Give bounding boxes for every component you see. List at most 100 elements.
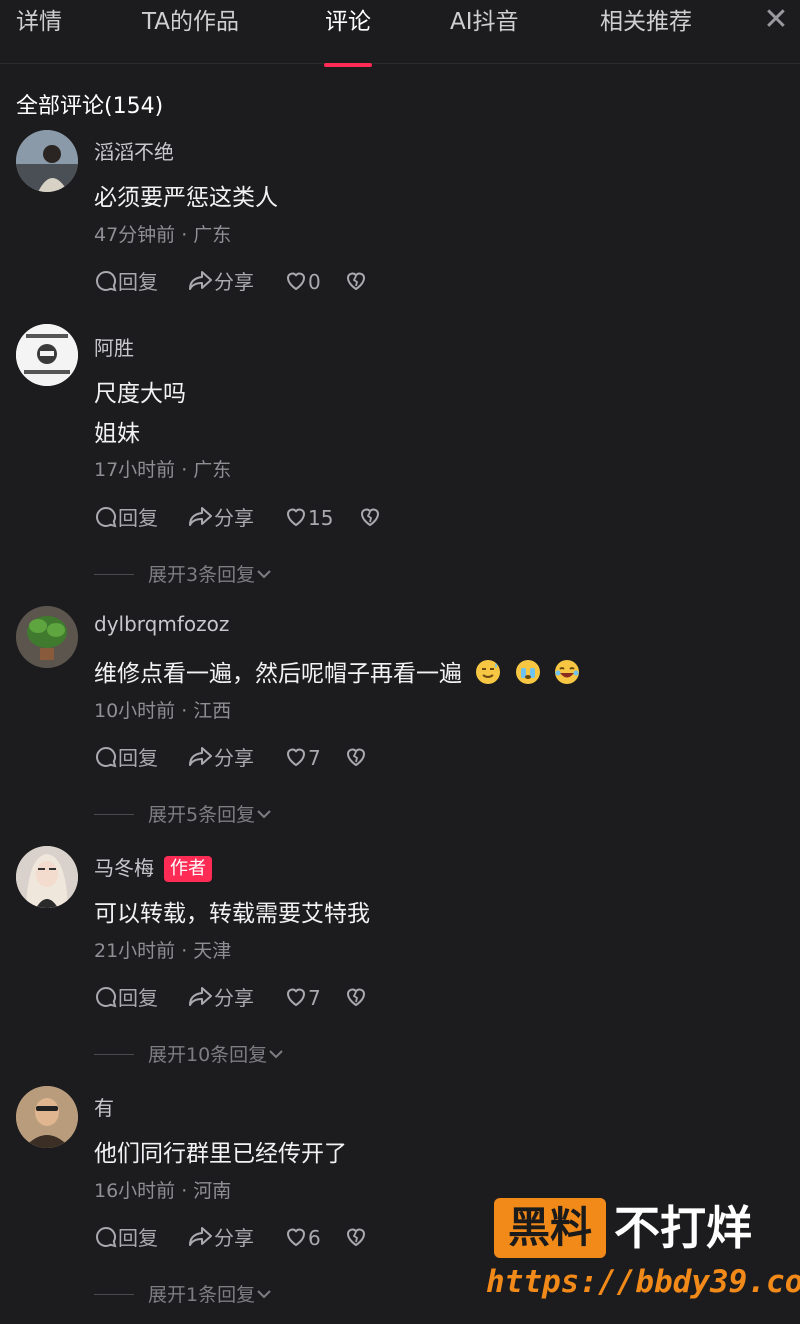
heart-icon bbox=[286, 508, 306, 527]
share-label: 分享 bbox=[214, 986, 254, 1010]
comments-count-title: 全部评论(154) bbox=[16, 94, 164, 119]
chevron-down-icon bbox=[269, 1050, 283, 1059]
share-button[interactable]: 分享 bbox=[188, 1224, 254, 1252]
reply-button[interactable]: 回复 bbox=[94, 984, 158, 1012]
avatar[interactable] bbox=[16, 324, 78, 386]
reply-icon bbox=[96, 746, 117, 768]
divider-line bbox=[94, 814, 134, 815]
share-icon bbox=[189, 747, 212, 766]
expand-replies-label: 展开3条回复 bbox=[148, 564, 256, 586]
share-button[interactable]: 分享 bbox=[188, 984, 254, 1012]
like-count: 7 bbox=[308, 746, 321, 770]
dislike-button[interactable] bbox=[344, 1224, 368, 1252]
avatar[interactable] bbox=[16, 846, 78, 908]
share-label: 分享 bbox=[214, 1226, 254, 1250]
tab-bar: 详情 TA的作品 评论 AI抖音 相关推荐 ✕ bbox=[0, 0, 800, 67]
reply-button[interactable]: 回复 bbox=[94, 1224, 158, 1252]
comment-author: 马冬梅 作者 bbox=[94, 852, 212, 882]
tab-ai-douyin[interactable]: AI抖音 bbox=[450, 6, 519, 38]
share-icon bbox=[189, 987, 212, 1006]
comment-author[interactable]: 有 bbox=[94, 1092, 114, 1121]
comment-text: 可以转载，转载需要艾特我 bbox=[94, 901, 370, 927]
comment-meta: 17小时前 · 广东 bbox=[94, 459, 232, 481]
avatar[interactable] bbox=[16, 130, 78, 192]
heart-icon bbox=[286, 988, 306, 1007]
comment-author[interactable]: dylbrqmfozoz bbox=[94, 612, 229, 636]
expand-replies-button[interactable]: 展开3条回复 bbox=[94, 560, 273, 587]
watermark: 黑料 不打烊 https://bbdy39.com bbox=[486, 1196, 800, 1306]
like-button[interactable]: 7 bbox=[284, 984, 321, 1012]
comment-actions: 回复 分享 7 bbox=[94, 984, 594, 1012]
active-tab-indicator bbox=[324, 63, 372, 67]
heart-icon bbox=[286, 272, 306, 291]
laugh-cry-emoji bbox=[554, 660, 579, 684]
comment-text: 他们同行群里已经传开了 bbox=[94, 1141, 347, 1167]
like-count: 6 bbox=[308, 1226, 321, 1250]
tab-comments[interactable]: 评论 bbox=[325, 6, 371, 38]
like-button[interactable]: 0 bbox=[284, 268, 321, 296]
chevron-down-icon bbox=[257, 810, 271, 819]
expand-replies-label: 展开1条回复 bbox=[148, 1284, 256, 1306]
avatar[interactable] bbox=[16, 1086, 78, 1148]
broken-heart-icon bbox=[346, 748, 366, 767]
avatar[interactable] bbox=[16, 606, 78, 668]
dislike-button[interactable] bbox=[344, 744, 368, 772]
comment-text: 维修点看一遍，然后呢帽子再看一遍 bbox=[94, 654, 580, 688]
reply-label: 回复 bbox=[118, 270, 158, 294]
like-count: 15 bbox=[308, 506, 334, 530]
like-button[interactable]: 6 bbox=[284, 1224, 321, 1252]
share-label: 分享 bbox=[214, 506, 254, 530]
share-icon bbox=[189, 1227, 212, 1246]
comment-text: 姐妹 bbox=[94, 421, 140, 447]
tab-related[interactable]: 相关推荐 bbox=[600, 6, 692, 38]
expand-replies-button[interactable]: 展开5条回复 bbox=[94, 800, 273, 827]
comment-meta: 16小时前 · 河南 bbox=[94, 1180, 232, 1202]
comment-actions: 回复 分享 7 bbox=[94, 744, 594, 772]
broken-heart-icon bbox=[346, 1228, 366, 1247]
heart-icon bbox=[286, 1228, 306, 1247]
close-icon[interactable]: ✕ bbox=[760, 4, 792, 36]
expand-replies-button[interactable]: 展开10条回复 bbox=[94, 1040, 285, 1067]
reply-button[interactable]: 回复 bbox=[94, 744, 158, 772]
share-icon bbox=[189, 507, 212, 526]
comment-meta: 47分钟前 · 广东 bbox=[94, 224, 232, 246]
expand-replies-label: 展开5条回复 bbox=[148, 804, 256, 826]
like-button[interactable]: 7 bbox=[284, 744, 321, 772]
tab-works[interactable]: TA的作品 bbox=[142, 6, 239, 38]
share-button[interactable]: 分享 bbox=[188, 268, 254, 296]
dislike-button[interactable] bbox=[344, 268, 368, 296]
comment-meta: 10小时前 · 江西 bbox=[94, 700, 232, 722]
comment-author-name[interactable]: 马冬梅 bbox=[94, 856, 154, 880]
divider-line bbox=[94, 1054, 134, 1055]
reply-icon bbox=[96, 986, 117, 1008]
reply-label: 回复 bbox=[118, 506, 158, 530]
expand-replies-button[interactable]: 展开1条回复 bbox=[94, 1280, 273, 1307]
share-button[interactable]: 分享 bbox=[188, 504, 254, 532]
reply-button[interactable]: 回复 bbox=[94, 504, 158, 532]
dislike-button[interactable] bbox=[344, 984, 368, 1012]
share-label: 分享 bbox=[214, 746, 254, 770]
tab-details[interactable]: 详情 bbox=[16, 6, 62, 38]
share-button[interactable]: 分享 bbox=[188, 744, 254, 772]
reply-label: 回复 bbox=[118, 986, 158, 1010]
comment-author[interactable]: 阿胜 bbox=[94, 332, 134, 361]
reply-button[interactable]: 回复 bbox=[94, 268, 158, 296]
comment-actions: 回复 分享 15 bbox=[94, 504, 594, 532]
broken-heart-icon bbox=[346, 988, 366, 1007]
chevron-down-icon bbox=[257, 570, 271, 579]
comment-author[interactable]: 滔滔不绝 bbox=[94, 136, 174, 165]
comment-meta: 21小时前 · 天津 bbox=[94, 940, 232, 962]
reply-icon bbox=[96, 270, 117, 292]
chevron-down-icon bbox=[257, 1290, 271, 1299]
like-button[interactable]: 15 bbox=[284, 504, 333, 532]
divider-line bbox=[94, 1294, 134, 1295]
comment-text: 必须要严惩这类人 bbox=[94, 185, 278, 211]
reply-label: 回复 bbox=[118, 746, 158, 770]
like-count: 7 bbox=[308, 986, 321, 1010]
share-label: 分享 bbox=[214, 270, 254, 294]
broken-heart-icon bbox=[346, 272, 366, 291]
watermark-logo-box: 黑料 bbox=[494, 1198, 606, 1258]
dislike-button[interactable] bbox=[358, 504, 382, 532]
comment-actions: 回复 分享 0 bbox=[94, 268, 594, 296]
reply-icon bbox=[96, 1226, 117, 1248]
